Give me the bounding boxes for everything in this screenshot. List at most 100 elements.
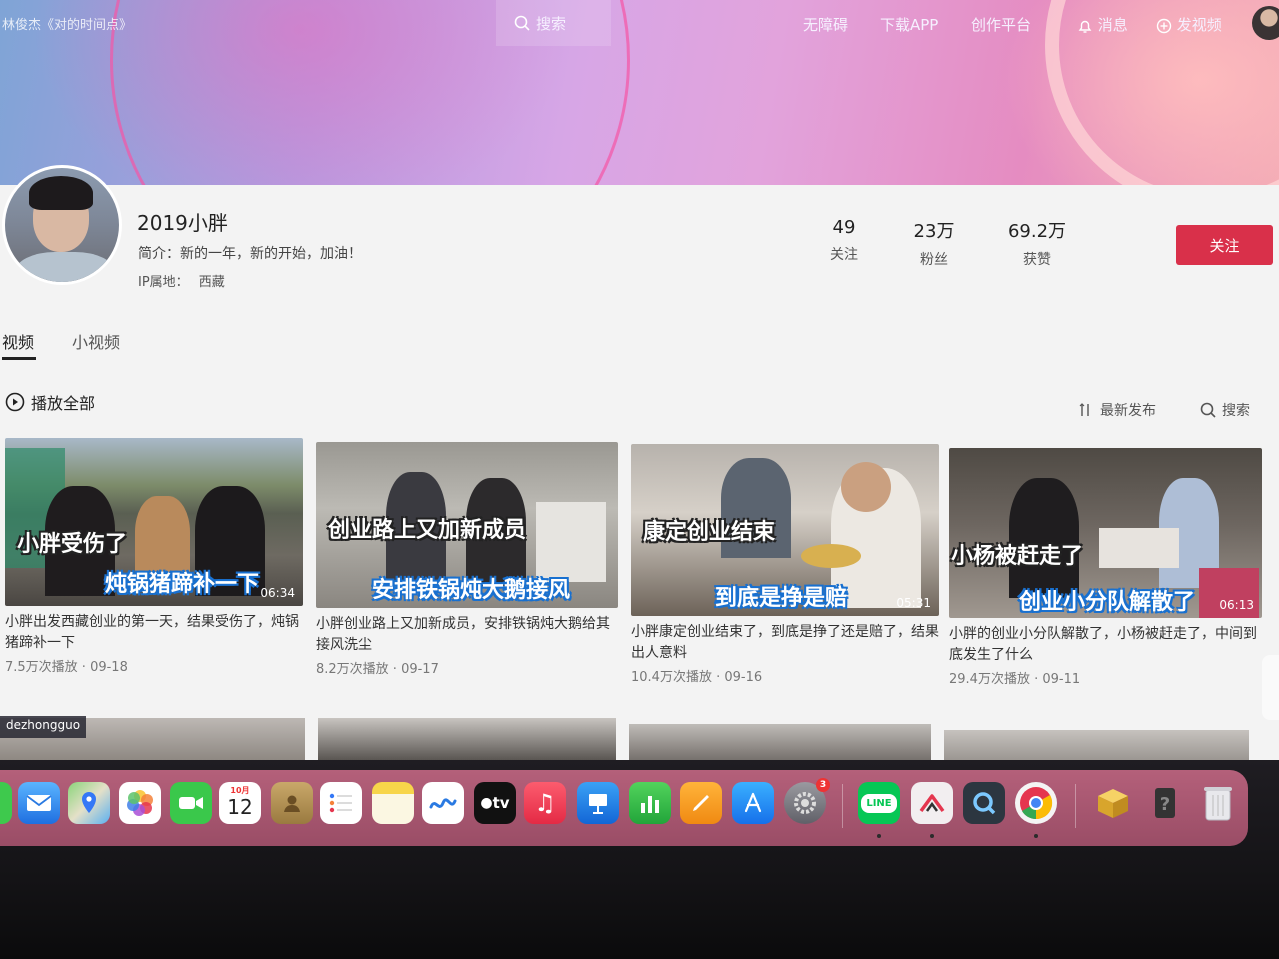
follow-button[interactable]: 关注 bbox=[1176, 225, 1273, 265]
appletv-app-icon[interactable]: ● tv bbox=[474, 782, 516, 824]
chrome-icon bbox=[1020, 787, 1053, 820]
stat-number: 23万 bbox=[913, 221, 955, 242]
side-tool-buttons[interactable] bbox=[1262, 655, 1279, 720]
maps-app-icon[interactable] bbox=[68, 782, 110, 824]
sort-label: 最新发布 bbox=[1100, 403, 1156, 419]
nav-messages[interactable]: 消息 bbox=[1077, 14, 1128, 35]
appletv-label: tv bbox=[492, 794, 510, 812]
music-note-icon: ♫ bbox=[534, 789, 556, 817]
nav-download-app[interactable]: 下载APP bbox=[880, 14, 938, 35]
nav-creator-platform[interactable]: 创作平台 bbox=[971, 14, 1031, 35]
video-card[interactable]: 创业路上又加新成员 安排铁锅炖大鹅接风 小胖创业路上又加新成员，安排铁锅炖大鹅给… bbox=[316, 442, 618, 677]
ip-label: IP属地： bbox=[138, 275, 189, 290]
thumbnail-caption-bottom: 安排铁锅炖大鹅接风 bbox=[372, 578, 571, 603]
video-meta: 29.4万次播放 · 09-11 bbox=[949, 672, 1081, 687]
photos-app-icon[interactable] bbox=[119, 782, 161, 824]
sort-icon bbox=[1079, 403, 1089, 416]
search-icon bbox=[1200, 402, 1216, 418]
profile-bio: 简介：新的一年，新的开始，加油！ bbox=[138, 246, 362, 262]
search-label: 搜索 bbox=[536, 14, 567, 33]
apple-icon: ● bbox=[480, 795, 493, 811]
quicktime-app-icon[interactable] bbox=[963, 782, 1005, 824]
stat-following[interactable]: 49 关注 bbox=[826, 217, 862, 264]
video-duration: 05:31 bbox=[896, 596, 931, 610]
search-icon bbox=[514, 15, 530, 31]
music-app-icon[interactable]: ♫ bbox=[524, 782, 566, 824]
profile-avatar bbox=[2, 165, 122, 285]
messages-app-icon[interactable] bbox=[0, 782, 12, 824]
browser-screen: 林俊杰《对的时间点》 搜索 无障碍 下载APP 创作平台 消息 发视频 2019… bbox=[0, 0, 1279, 760]
video-title[interactable]: 小胖的创业小分队解散了，小杨被赶走了，中间到底发生了什么 bbox=[949, 624, 1262, 666]
video-thumbnail[interactable]: 创业路上又加新成员 安排铁锅炖大鹅接风 bbox=[316, 442, 618, 608]
contacts-app-icon[interactable] bbox=[271, 782, 313, 824]
video-duration: 06:34 bbox=[260, 586, 295, 600]
archive-utility-icon[interactable] bbox=[1092, 782, 1134, 824]
sort-button[interactable]: 最新发布 bbox=[1078, 400, 1156, 420]
play-all-button[interactable]: 播放全部 bbox=[5, 390, 95, 414]
freeform-app-icon[interactable] bbox=[422, 782, 464, 824]
keynote-app-icon[interactable] bbox=[577, 782, 619, 824]
video-card[interactable]: 小杨被赶走了 创业小分队解散了 06:13 小胖的创业小分队解散了，小杨被赶走了… bbox=[949, 448, 1262, 687]
tab-short-videos[interactable]: 小视频 bbox=[72, 329, 120, 353]
thumbnail-caption-bottom: 创业小分队解散了 bbox=[1019, 590, 1196, 615]
stat-number: 49 bbox=[832, 217, 856, 238]
mail-app-icon[interactable] bbox=[18, 782, 60, 824]
video-meta: 10.4万次播放 · 09-16 bbox=[631, 670, 763, 685]
system-settings-icon[interactable]: 3 bbox=[784, 778, 830, 824]
search-button[interactable]: 搜索 bbox=[496, 0, 611, 46]
question-mark-icon: ? bbox=[1155, 788, 1175, 818]
tab-videos[interactable]: 视频 bbox=[2, 329, 34, 353]
running-indicator bbox=[930, 834, 934, 838]
svg-text:?: ? bbox=[1160, 794, 1170, 815]
nav-accessibility[interactable]: 无障碍 bbox=[803, 14, 848, 35]
video-thumbnail[interactable]: 小杨被赶走了 创业小分队解散了 06:13 bbox=[949, 448, 1262, 618]
video-card-partial[interactable] bbox=[629, 724, 931, 760]
video-thumbnail[interactable]: 康定创业结束 到底是挣是赔 05:31 bbox=[631, 444, 939, 616]
app-store-icon[interactable] bbox=[732, 782, 774, 824]
bell-icon bbox=[1078, 20, 1092, 33]
launcher-arrow-icon bbox=[919, 794, 945, 813]
watermark-tag: dezhongguo bbox=[0, 716, 87, 738]
video-title[interactable]: 小胖康定创业结束了，到底是挣了还是赔了，结果出人意料 bbox=[631, 622, 939, 664]
thumbnail-caption-top: 康定创业结束 bbox=[643, 520, 776, 545]
video-card-partial[interactable] bbox=[944, 730, 1249, 760]
pages-app-icon[interactable] bbox=[680, 782, 722, 824]
video-card-partial[interactable] bbox=[318, 718, 616, 760]
video-thumbnail[interactable]: 小胖受伤了 炖锅猪蹄补一下 06:34 bbox=[5, 438, 303, 606]
presentation-icon bbox=[589, 794, 607, 814]
unknown-app-icon[interactable]: ? bbox=[1144, 782, 1186, 824]
ip-value: 西藏 bbox=[198, 275, 225, 290]
map-pin-icon bbox=[82, 792, 96, 813]
profile-name: 2019小胖 bbox=[137, 211, 228, 235]
reminders-app-icon[interactable] bbox=[320, 782, 362, 824]
user-avatar[interactable] bbox=[1252, 6, 1279, 40]
stat-followers[interactable]: 23万 粉丝 bbox=[911, 217, 957, 269]
line-app-icon[interactable]: LINE bbox=[858, 782, 900, 824]
stat-number: 69.2万 bbox=[1007, 221, 1067, 242]
calendar-app-icon[interactable]: 10月 12 bbox=[219, 782, 261, 824]
nav-upload-video[interactable]: 发视频 bbox=[1156, 14, 1222, 35]
list-icon bbox=[329, 793, 352, 813]
pen-icon bbox=[693, 795, 709, 811]
video-meta: 7.5万次播放 · 09-18 bbox=[5, 660, 128, 675]
thumbnail-caption-bottom: 到底是挣是赔 bbox=[715, 586, 848, 611]
numbers-app-icon[interactable] bbox=[629, 782, 671, 824]
upload-label: 发视频 bbox=[1176, 16, 1222, 34]
video-card[interactable]: 康定创业结束 到底是挣是赔 05:31 小胖康定创业结束了，到底是挣了还是赔了，… bbox=[631, 444, 939, 685]
play-circle-icon bbox=[5, 392, 25, 412]
video-search-button[interactable]: 搜索 bbox=[1200, 400, 1250, 420]
facetime-app-icon[interactable] bbox=[170, 782, 212, 824]
thumbnail-caption-top: 创业路上又加新成员 bbox=[328, 518, 527, 543]
running-indicator bbox=[877, 834, 881, 838]
trash-icon[interactable] bbox=[1197, 782, 1239, 824]
video-card[interactable]: 小胖受伤了 炖锅猪蹄补一下 06:34 小胖出发西藏创业的第一天，结果受伤了，炖… bbox=[5, 438, 303, 675]
chrome-app-icon[interactable] bbox=[1015, 782, 1057, 824]
now-playing-song[interactable]: 林俊杰《对的时间点》 bbox=[2, 14, 132, 33]
calendar-day: 12 bbox=[227, 795, 253, 819]
parallels-app-icon[interactable] bbox=[911, 782, 953, 824]
video-title[interactable]: 小胖创业路上又加新成员，安排铁锅炖大鹅给其接风洗尘 bbox=[316, 614, 618, 656]
mac-dock: 10月 12 ● tv ♫ 3 LINE ? bbox=[0, 770, 1248, 846]
notes-app-icon[interactable] bbox=[372, 782, 414, 824]
video-title[interactable]: 小胖出发西藏创业的第一天，结果受伤了，炖锅猪蹄补一下 bbox=[5, 612, 303, 654]
freeform-squiggle-icon bbox=[429, 798, 457, 809]
